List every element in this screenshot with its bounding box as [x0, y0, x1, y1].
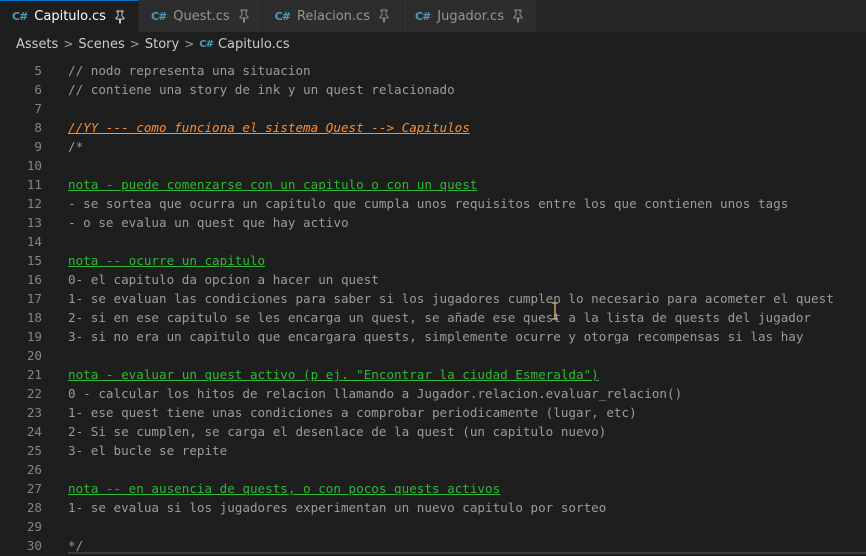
code-text: 1- se evalua si los jugadores experiment… [68, 500, 607, 515]
chevron-right-icon: > [129, 37, 140, 51]
csharp-icon: C# [414, 9, 431, 23]
line-number: 21 [26, 367, 42, 382]
pin-icon[interactable] [238, 9, 250, 23]
code-line[interactable]: 18 2- si en ese capitulo se les encarga u… [0, 308, 866, 327]
line-number: 27 [26, 481, 42, 496]
code-line[interactable]: 26 [0, 460, 866, 479]
tab-capitulo[interactable]: C# Capitulo.cs [0, 0, 139, 32]
code-line[interactable]: 9 /* [0, 137, 866, 156]
line-number: 25 [26, 443, 42, 458]
line-number: 17 [26, 291, 42, 306]
chevron-right-icon: > [184, 37, 195, 51]
code-text: - se sortea que ocurra un capitulo que c… [68, 196, 789, 211]
code-text: 1- ese quest tiene unas condiciones a co… [68, 405, 637, 420]
csharp-icon: C# [12, 10, 28, 23]
code-text: nota - evaluar un quest activo (p ej. "E… [68, 367, 599, 382]
code-text: //YY --- como funciona el sistema Quest … [68, 120, 470, 135]
tab-quest[interactable]: C# Quest.cs [138, 0, 263, 32]
line-number: 12 [26, 196, 42, 211]
code-line[interactable]: 16 0- el capitulo da opcion a hacer un qu… [0, 270, 866, 289]
tab-label: Capitulo.cs [34, 9, 106, 24]
code-text: 0- el capitulo da opcion a hacer un ques… [68, 272, 379, 287]
editor-tab-bar: C# Capitulo.cs C# Quest.cs C# Relacion.c… [0, 0, 866, 32]
code-text: 2- si en ese capitulo se les encarga un … [68, 310, 812, 325]
code-text: // nodo representa una situacion [68, 63, 311, 78]
line-number: 29 [26, 519, 42, 534]
line-number: 10 [26, 158, 42, 173]
line-number: 18 [26, 310, 42, 325]
line-number: 16 [26, 272, 42, 287]
code-line[interactable]: 25 3- el bucle se repite [0, 441, 866, 460]
pin-icon[interactable] [114, 10, 126, 24]
tab-relacion[interactable]: C# Relacion.cs [262, 0, 403, 32]
line-number: 14 [26, 234, 42, 249]
code-line[interactable]: 6 // contiene una story de ink y un quest… [0, 80, 866, 99]
line-number: 7 [34, 101, 42, 116]
line-number: 19 [26, 329, 42, 344]
code-line[interactable]: 24 2- Si se cumplen, se carga el desenlac… [0, 422, 866, 441]
breadcrumb-item-story[interactable]: Story [145, 37, 179, 52]
chevron-right-icon: > [63, 37, 74, 51]
code-line[interactable]: 14 [0, 232, 866, 251]
csharp-icon: C# [274, 9, 291, 23]
line-number: 22 [26, 386, 42, 401]
line-number: 8 [34, 120, 42, 135]
code-text: /* [68, 139, 84, 154]
code-text: // contiene una story de ink y un quest … [68, 82, 455, 97]
code-line[interactable]: 8 //YY --- como funciona el sistema Quest… [0, 118, 866, 137]
line-number: 15 [26, 253, 42, 268]
code-line[interactable]: 27 nota -- en ausencia de quests, o con p… [0, 479, 866, 498]
code-text: nota -- ocurre un capitulo [68, 253, 266, 268]
code-text: 0 - calcular los hitos de relacion llama… [68, 386, 683, 401]
code-line[interactable]: 21 nota - evaluar un quest activo (p ej. … [0, 365, 866, 384]
code-line[interactable]: 17 1- se evaluan las condiciones para sab… [0, 289, 866, 308]
line-number: 26 [26, 462, 42, 477]
code-line[interactable]: 22 0 - calcular los hitos de relacion lla… [0, 384, 866, 403]
code-editor[interactable]: 5 // nodo representa una situacion 6 // con… [0, 60, 866, 556]
code-text: 2- Si se cumplen, se carga el desenlace … [68, 424, 607, 439]
tab-label: Quest.cs [173, 8, 230, 24]
pin-icon[interactable] [378, 9, 390, 23]
line-number: 20 [26, 348, 42, 363]
breadcrumb-item-file[interactable]: Capitulo.cs [218, 37, 290, 52]
text-cursor-icon [552, 302, 558, 320]
breadcrumb-item-scenes[interactable]: Scenes [78, 37, 124, 52]
code-text: 3- el bucle se repite [68, 443, 228, 458]
line-number: 28 [26, 500, 42, 515]
code-line[interactable]: 7 [0, 99, 866, 118]
tab-label: Jugador.cs [437, 8, 504, 24]
line-number: 9 [34, 139, 42, 154]
breadcrumb: Assets > Scenes > Story > C# Capitulo.cs [0, 32, 866, 56]
line-number: 5 [34, 63, 42, 78]
code-line[interactable]: 20 [0, 346, 866, 365]
line-number: 6 [34, 82, 42, 97]
breadcrumb-item-assets[interactable]: Assets [16, 37, 58, 52]
tab-label: Relacion.cs [296, 8, 370, 24]
code-line[interactable]: 29 [0, 517, 866, 536]
code-line[interactable]: 5 // nodo representa una situacion [0, 61, 866, 80]
code-line[interactable]: 23 1- ese quest tiene unas condiciones a … [0, 403, 866, 422]
code-line[interactable]: 13 - o se evalua un quest que hay activo [0, 213, 866, 232]
code-line[interactable]: 11 nota - puede comenzarse con un capitul… [0, 175, 866, 194]
code-line[interactable]: 10 [0, 156, 866, 175]
code-text: nota -- en ausencia de quests, o con poc… [68, 481, 501, 496]
code-line[interactable]: 19 3- si no era un capitulo que encargara… [0, 327, 866, 346]
line-number: 24 [26, 424, 42, 439]
tab-jugador[interactable]: C# Jugador.cs [402, 0, 537, 32]
code-text: 3- si no era un capitulo que encargara q… [68, 329, 804, 344]
code-line[interactable]: 28 1- se evalua si los jugadores experime… [0, 498, 866, 517]
code-line[interactable]: 15 nota -- ocurre un capitulo [0, 251, 866, 270]
line-number: 30 [26, 538, 42, 553]
line-number: 23 [26, 405, 42, 420]
code-line[interactable]: 12 - se sortea que ocurra un capitulo que… [0, 194, 866, 213]
code-text: - o se evalua un quest que hay activo [68, 215, 349, 230]
csharp-icon: C# [150, 9, 167, 23]
line-number: 13 [26, 215, 42, 230]
code-text: nota - puede comenzarse con un capitulo … [68, 177, 478, 192]
csharp-icon: C# [199, 38, 214, 50]
pin-icon[interactable] [512, 9, 524, 23]
editor-bottom-border [68, 552, 866, 554]
code-text: 1- se evaluan las condiciones para saber… [68, 291, 834, 306]
line-number: 11 [26, 177, 42, 192]
